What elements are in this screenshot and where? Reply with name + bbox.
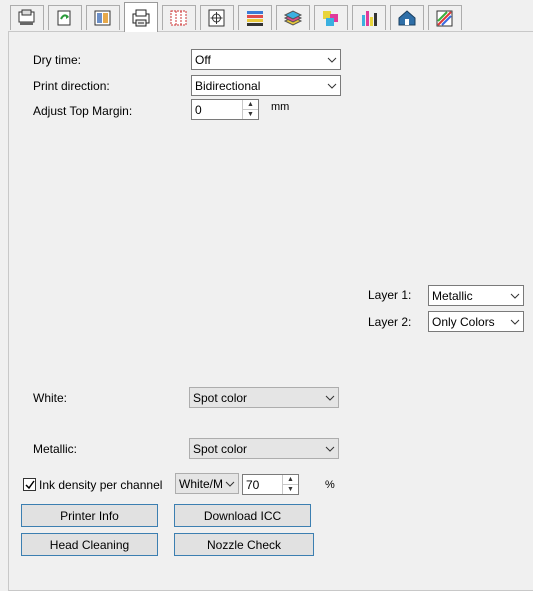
layer1-value: Metallic — [432, 288, 473, 303]
top-margin-value[interactable]: 0 — [192, 100, 242, 119]
ink-channel-value: White/M — [179, 476, 222, 491]
registration-mark-icon — [208, 9, 225, 27]
color-bars-icon — [247, 11, 263, 26]
head-cleaning-button[interactable]: Head Cleaning — [21, 533, 158, 556]
layer1-dropdown[interactable]: Metallic — [428, 285, 524, 306]
metallic-dropdown[interactable]: Spot color — [189, 438, 339, 459]
layer2-label: Layer 2: — [368, 315, 412, 329]
checkmark-icon — [24, 480, 35, 489]
tab-ink-levels[interactable] — [352, 5, 386, 30]
layer2-value: Only Colors — [432, 314, 495, 329]
ink-levels-icon — [362, 11, 377, 26]
color-picker-icon — [436, 10, 453, 27]
chevron-down-icon — [322, 388, 338, 407]
dry-time-value: Off — [195, 52, 211, 67]
printer-icon — [132, 9, 150, 26]
metallic-value: Spot color — [193, 441, 248, 456]
tab-color-bars[interactable] — [238, 5, 272, 30]
printer-settings-icon — [18, 9, 35, 25]
print-direction-label: Print direction: — [33, 79, 110, 93]
chevron-down-icon — [507, 312, 523, 331]
tab-printer-settings[interactable] — [10, 5, 44, 30]
print-direction-dropdown[interactable]: Bidirectional — [191, 75, 341, 96]
layout-icon — [94, 10, 111, 26]
tab-layout[interactable] — [86, 5, 120, 30]
tab-printer[interactable] — [124, 2, 158, 32]
spin-up-icon[interactable]: ▲ — [283, 475, 298, 484]
tab-color-picker[interactable] — [428, 5, 462, 30]
chevron-down-icon — [322, 439, 338, 458]
ink-density-unit: % — [325, 479, 335, 491]
house-profile-icon — [398, 10, 416, 26]
rotate-page-icon — [57, 10, 71, 26]
spin-down-icon[interactable]: ▼ — [283, 484, 298, 494]
page-grid-icon — [170, 10, 187, 26]
ink-density-value[interactable]: 70 — [243, 475, 282, 494]
ink-density-spinner[interactable]: 70 ▲ ▼ — [242, 474, 299, 495]
top-margin-spinner[interactable]: 0 ▲ ▼ — [191, 99, 259, 120]
layer2-dropdown[interactable]: Only Colors — [428, 311, 524, 332]
color-swatches-icon — [323, 11, 338, 26]
top-margin-unit: mm — [271, 101, 290, 113]
tab-color-swatches[interactable] — [314, 5, 348, 30]
nozzle-check-button[interactable]: Nozzle Check — [174, 533, 314, 556]
tab-strip — [0, 0, 533, 33]
tab-layers[interactable] — [276, 5, 310, 30]
ink-channel-dropdown[interactable]: White/M — [175, 473, 239, 494]
print-direction-value: Bidirectional — [195, 78, 261, 93]
white-value: Spot color — [193, 390, 248, 405]
chevron-down-icon — [507, 286, 523, 305]
ink-density-checkbox[interactable] — [23, 478, 36, 491]
spin-down-icon[interactable]: ▼ — [243, 109, 258, 119]
white-dropdown[interactable]: Spot color — [189, 387, 339, 408]
dry-time-dropdown[interactable]: Off — [191, 49, 341, 70]
tab-registration-mark[interactable] — [200, 5, 234, 30]
chevron-down-icon — [324, 50, 340, 69]
download-icc-button[interactable]: Download ICC — [174, 504, 311, 527]
chevron-down-icon — [324, 76, 340, 95]
dry-time-label: Dry time: — [33, 53, 81, 67]
tab-house-profile[interactable] — [390, 5, 424, 30]
printer-info-button[interactable]: Printer Info — [21, 504, 158, 527]
tab-rotate-page[interactable] — [48, 5, 82, 30]
adjust-top-margin-label: Adjust Top Margin: — [33, 104, 133, 118]
layer1-label: Layer 1: — [368, 288, 412, 302]
metallic-label: Metallic: — [33, 442, 78, 456]
tab-page-grid[interactable] — [162, 5, 196, 30]
chevron-down-icon — [222, 474, 238, 493]
spin-up-icon[interactable]: ▲ — [243, 100, 258, 109]
ink-density-label: Ink density per channel — [39, 478, 163, 492]
white-label: White: — [33, 391, 68, 405]
layers-icon — [283, 10, 303, 26]
